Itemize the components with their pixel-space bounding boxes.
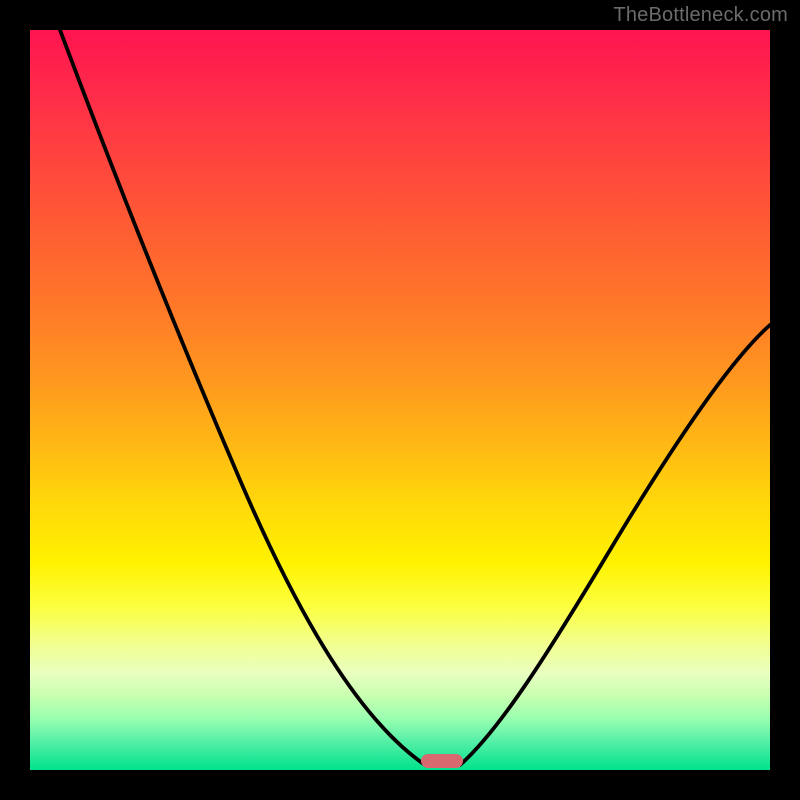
watermark-text: TheBottleneck.com — [613, 4, 788, 27]
chart-frame: TheBottleneck.com — [0, 0, 800, 800]
optimum-marker — [421, 754, 463, 768]
plot-area — [30, 30, 770, 770]
curve-path — [60, 30, 770, 765]
bottleneck-curve — [30, 30, 770, 770]
